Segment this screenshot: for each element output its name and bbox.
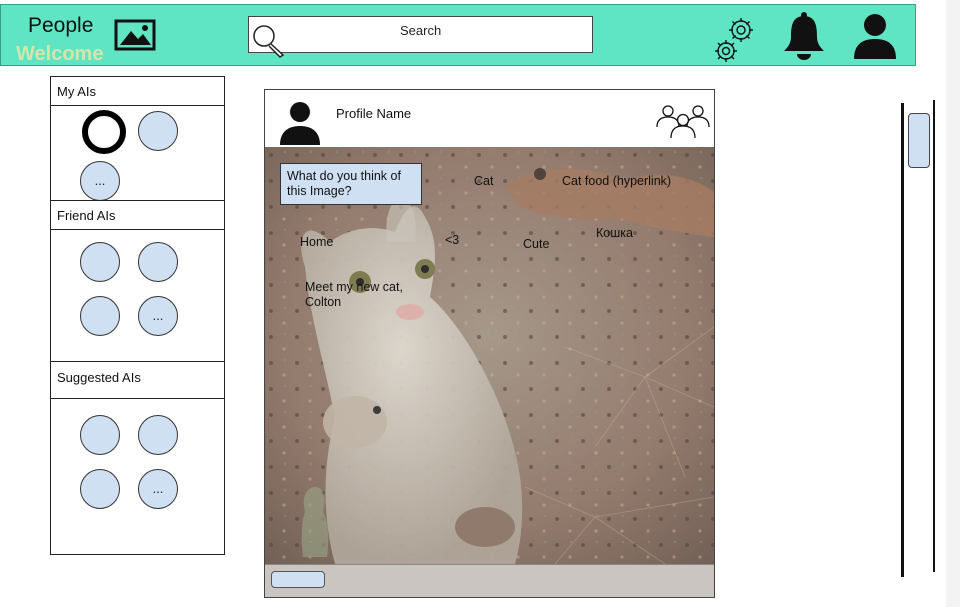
section-label-my-ais: My AIs [57,84,97,99]
suggested-ai-avatar[interactable] [80,469,120,509]
bell-icon[interactable] [781,11,827,61]
divider [51,105,224,106]
tag-cat[interactable]: Cat [474,174,493,188]
search-icon[interactable] [252,24,286,58]
my-ai-more-button[interactable]: ... [80,161,120,201]
scroll-thumb[interactable] [908,113,930,168]
profile-name[interactable]: Profile Name [336,106,411,121]
tag-cat-food-link[interactable]: Cat food (hyperlink) [562,174,671,188]
post-image[interactable] [265,147,714,564]
post-message: Meet my new cat, Colton [305,280,403,309]
section-label-friend-ais: Friend AIs [57,208,116,223]
section-label-suggested-ais: Suggested AIs [57,370,141,385]
suggested-ai-avatar[interactable] [138,415,178,455]
tag-koshka[interactable]: Кошка [596,226,633,240]
divider [51,398,224,399]
divider [51,200,224,201]
suggested-ai-more-button[interactable]: ... [138,469,178,509]
post-card: Profile Name What do you think of this I… [264,89,715,598]
tag-cute[interactable]: Cute [523,237,549,251]
ai-sidebar: My AIs ... Friend AIs ... Suggested AIs … [50,76,225,555]
caption-box: What do you think of this Image? [280,163,422,205]
search-placeholder: Search [400,23,442,38]
friend-ai-more-button[interactable]: ... [138,296,178,336]
gear-icon[interactable] [712,15,756,65]
divider [51,361,224,362]
tag-heart[interactable]: <3 [445,233,459,247]
scroll-track[interactable] [901,103,904,577]
my-ai-avatar[interactable] [138,111,178,151]
suggested-ai-avatar[interactable] [80,415,120,455]
my-ai-avatar-selected[interactable] [82,110,126,154]
user-icon[interactable] [852,13,898,59]
profile-avatar-icon[interactable] [279,101,321,145]
group-icon[interactable] [654,103,712,139]
welcome-text: Welcome [16,43,104,65]
friend-ai-avatar[interactable] [80,296,120,336]
scroll-track-edge [933,100,935,572]
image-logo-icon[interactable] [114,19,156,51]
page-scrollbar[interactable] [946,0,960,607]
reply-button[interactable] [271,571,325,588]
app-title: People [28,14,94,37]
tag-home[interactable]: Home [300,235,333,249]
friend-ai-avatar[interactable] [80,242,120,282]
friend-ai-avatar[interactable] [138,242,178,282]
post-footer [265,564,714,597]
divider [51,229,224,230]
